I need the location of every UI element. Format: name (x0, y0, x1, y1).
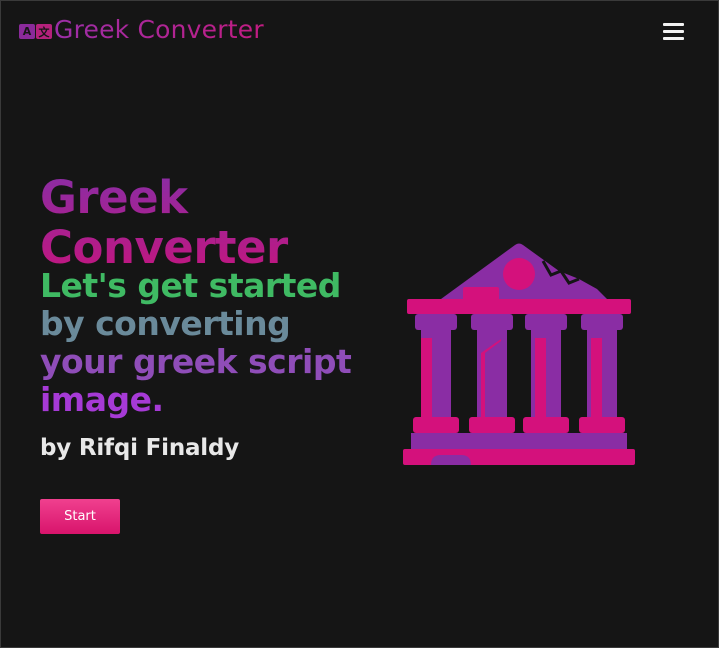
hero-text: Greek Converter Let's get started by con… (40, 173, 380, 462)
author-credit: by Rifqi Finaldy (40, 435, 240, 461)
tagline-line-4: image. (40, 380, 164, 419)
navbar: A 文 Greek Converter (1, 1, 718, 63)
translate-icon-latin: A (19, 24, 35, 39)
brand-link[interactable]: A 文 Greek Converter (19, 15, 264, 44)
tagline-line-2: by converting (40, 304, 291, 343)
translate-icon: A 文 (19, 24, 52, 39)
hero-title: Greek Converter (40, 173, 380, 273)
start-button[interactable]: Start (40, 499, 120, 534)
hero-tagline: Let's get started by converting your gre… (40, 267, 380, 419)
greek-temple-icon (401, 241, 637, 469)
translate-icon-glyph: 文 (36, 24, 52, 39)
tagline-line-3: your greek script (40, 342, 352, 381)
hamburger-menu-icon[interactable] (663, 23, 684, 40)
tagline-line-1: Let's get started (40, 266, 341, 305)
brand-title: Greek Converter (54, 15, 264, 44)
